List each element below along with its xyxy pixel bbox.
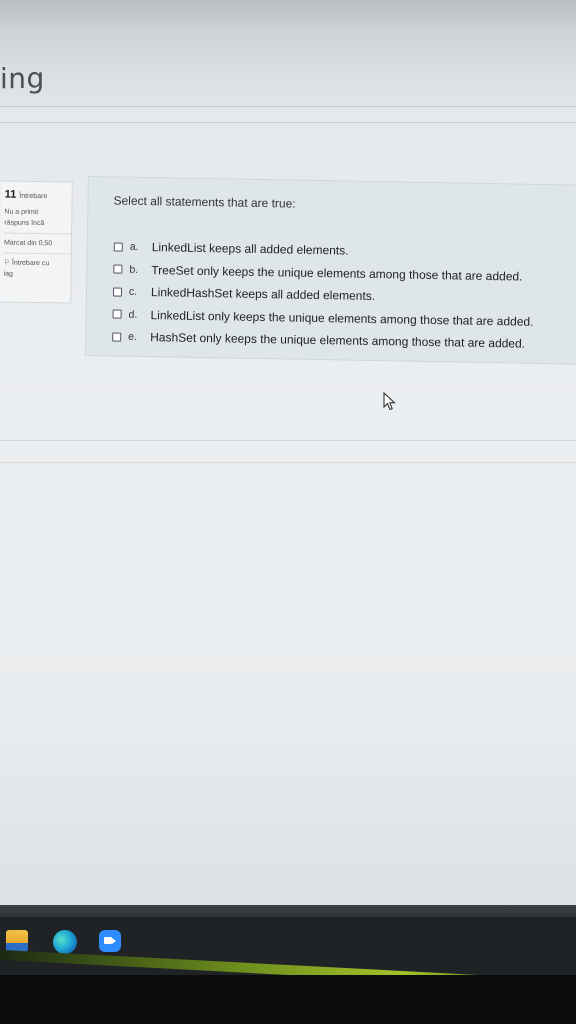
- question-number-value: 11: [4, 188, 17, 201]
- answer-status: Nu a primit răspuns încă: [4, 207, 71, 230]
- mouse-pointer-icon: [383, 392, 396, 411]
- option-d-letter: d.: [128, 308, 138, 321]
- question-mark: Marcat din 0,50: [3, 239, 53, 248]
- option-c-letter: c.: [128, 285, 138, 299]
- option-b-letter: b.: [129, 263, 139, 276]
- content-divider: [0, 440, 576, 441]
- option-d-checkbox[interactable]: [112, 309, 122, 319]
- content-divider-2: [0, 462, 576, 463]
- browser-top-area: [0, 0, 576, 110]
- flag-question-link[interactable]: ⚐ Întrebare cu: [4, 258, 71, 270]
- option-e-letter: e.: [128, 330, 138, 344]
- option-a-text: LinkedList keeps all added elements.: [151, 240, 349, 258]
- question-info-panel: 11 Întrebare Nu a primit răspuns încă Mar…: [0, 180, 73, 304]
- option-d-text: LinkedList only keeps the unique element…: [150, 307, 534, 329]
- flag-question-label-1: Întrebare cu: [11, 259, 50, 268]
- question-number: 11 Întrebare: [5, 189, 72, 202]
- option-b-text: TreeSet only keeps the unique elements a…: [151, 262, 523, 284]
- option-a-checkbox[interactable]: [113, 242, 123, 252]
- monitor-bezel: [0, 975, 576, 1024]
- header-divider-2: [0, 122, 576, 123]
- flag-question-label-2: iag: [3, 270, 13, 278]
- edge-browser-icon[interactable]: [53, 930, 77, 954]
- question-number-label: Întrebare: [19, 192, 48, 201]
- flag-icon: ⚐: [3, 259, 11, 267]
- file-explorer-icon[interactable]: [6, 930, 28, 952]
- zoom-app-icon[interactable]: [99, 930, 121, 952]
- question-content: Select all statements that are true: a. …: [84, 176, 576, 365]
- question-text: Select all statements that are true:: [113, 193, 296, 211]
- page-title: ing: [0, 61, 45, 96]
- option-e-text: HashSet only keeps the unique elements a…: [150, 330, 526, 351]
- option-c-checkbox[interactable]: [112, 287, 123, 297]
- option-e-checkbox[interactable]: [112, 332, 122, 342]
- info-divider: [3, 252, 71, 255]
- option-a-letter: a.: [129, 240, 139, 254]
- answer-status-line2: răspuns încă: [4, 219, 45, 228]
- answer-status-line1: Nu a primit: [4, 208, 39, 217]
- answer-options: a. LinkedList keeps all added elements. …: [112, 235, 576, 356]
- option-b-checkbox[interactable]: [113, 264, 123, 274]
- option-c-text: LinkedHashSet keeps all added elements.: [150, 285, 376, 304]
- info-divider: [4, 232, 72, 235]
- header-divider: [0, 106, 576, 107]
